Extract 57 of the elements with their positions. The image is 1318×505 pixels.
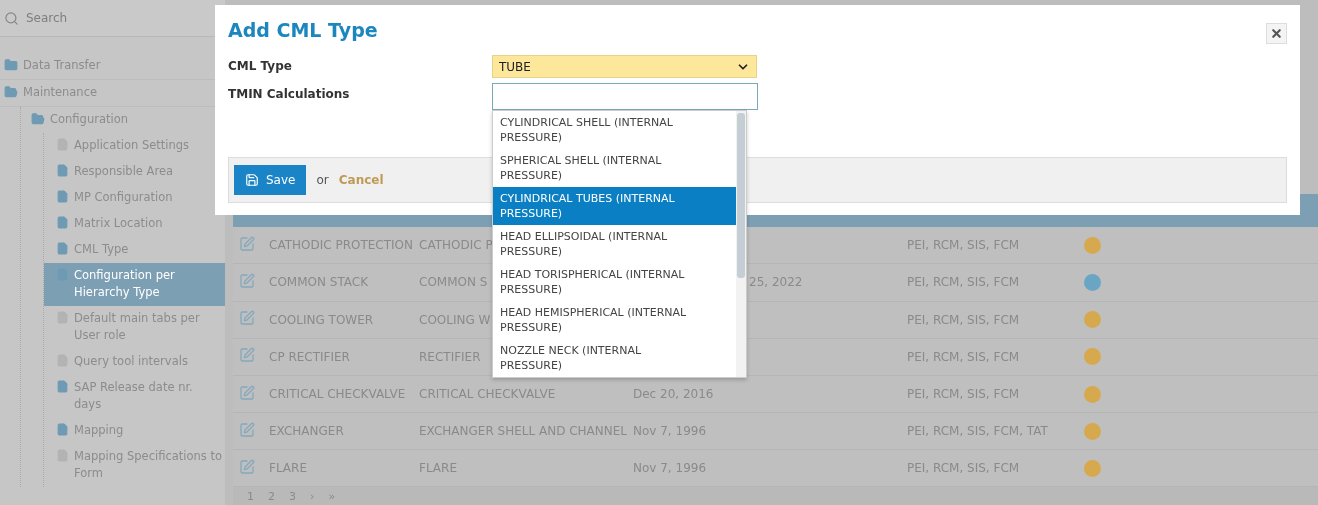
file-icon	[56, 216, 69, 229]
edit-icon[interactable]	[239, 273, 255, 289]
field-label: CML Type	[228, 58, 293, 73]
tree-item-label: Application Settings	[74, 137, 190, 154]
tree-item[interactable]: Default main tabs per User role	[44, 306, 225, 349]
or-text: or	[316, 173, 329, 187]
tree-item-label: Configuration per Hierarchy Type	[74, 267, 176, 301]
file-icon	[56, 423, 69, 436]
tree-item[interactable]: CML Type	[44, 237, 225, 263]
tree-item-label: Configuration	[50, 111, 128, 128]
tree-item-label: Mapping	[74, 422, 124, 439]
tree-item-label: Query tool intervals	[74, 353, 188, 370]
file-icon	[56, 242, 69, 255]
tree-item-label: Responsible Area	[74, 163, 174, 180]
tree-item[interactable]: Mapping Specifications to Form	[44, 444, 225, 487]
tree-item-label: Data Transfer	[23, 57, 101, 74]
tree-item[interactable]: Configuration	[21, 107, 225, 133]
file-icon	[56, 190, 69, 203]
tree-item[interactable]: Application Settings	[44, 133, 225, 159]
edit-icon[interactable]	[239, 235, 255, 252]
tree-item[interactable]: Configuration per Hierarchy Type	[44, 263, 225, 306]
tree-item-label: MP Configuration	[74, 189, 173, 206]
tree-item-label: Maintenance	[23, 84, 98, 101]
last-page-link[interactable]: »	[328, 489, 336, 503]
tree-item-label: Matrix Location	[74, 215, 163, 232]
dropdown-option[interactable]: CYLINDRICAL SHELL (INTERNAL PRESSURE)	[493, 111, 736, 149]
tree-item[interactable]: SAP Release date nr. days	[44, 375, 225, 418]
next-page-link[interactable]: ›	[310, 489, 315, 503]
tree-item-label: Default main tabs per User role	[74, 310, 201, 344]
dropdown-option[interactable]: NOZZLE NECK (INTERNAL PRESSURE)	[493, 339, 736, 377]
edit-icon[interactable]	[239, 458, 255, 475]
file-icon	[56, 380, 69, 393]
cancel-link[interactable]: Cancel	[338, 173, 384, 187]
edit-icon[interactable]	[239, 384, 255, 401]
close-button[interactable]	[1266, 23, 1287, 44]
edit-icon[interactable]	[239, 421, 255, 438]
file-icon	[56, 164, 69, 177]
close-icon	[1270, 27, 1283, 40]
tree-item[interactable]: Responsible Area	[44, 159, 225, 185]
tree-item-label: Mapping Specifications to Form	[74, 448, 223, 482]
tree-item[interactable]: Matrix Location	[44, 211, 225, 237]
dialog-title: Add CML Type	[228, 19, 378, 41]
field-label: TMIN Calculations	[228, 86, 351, 101]
tree-item[interactable]: Mapping	[44, 418, 225, 444]
tree-item-label: CML Type	[74, 241, 129, 258]
edit-icon[interactable]	[239, 347, 255, 364]
edit-icon[interactable]	[239, 310, 255, 327]
save-button[interactable]: Save	[234, 165, 307, 195]
tree-item-label: SAP Release date nr. days	[74, 379, 194, 413]
scrollbar[interactable]	[736, 111, 746, 377]
tree-item[interactable]: MP Configuration	[44, 185, 225, 211]
search-icon	[4, 10, 19, 26]
tree-item[interactable]: Query tool intervals	[44, 349, 225, 375]
dropdown-option[interactable]: CYLINDRICAL TUBES (INTERNAL PRESSURE)	[493, 187, 736, 225]
input-field[interactable]	[492, 83, 758, 110]
search-field[interactable]: Search	[24, 10, 198, 26]
select-field[interactable]: TUBE	[492, 55, 757, 78]
